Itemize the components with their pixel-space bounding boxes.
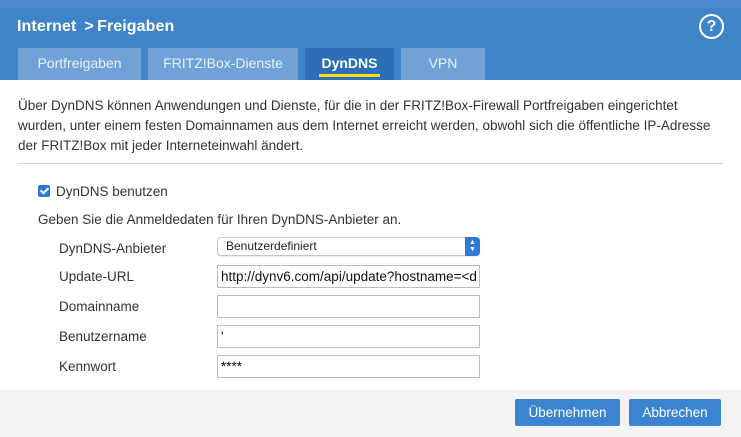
username-input[interactable]: ' bbox=[217, 325, 480, 348]
apply-button[interactable]: Übernehmen bbox=[515, 399, 620, 426]
divider bbox=[18, 163, 723, 164]
tab-portfreigaben[interactable]: Portfreigaben bbox=[18, 48, 141, 80]
checkbox-checked-icon[interactable] bbox=[38, 185, 50, 197]
username-label: Benutzername bbox=[59, 329, 147, 344]
provider-value: Benutzerdefiniert bbox=[226, 239, 317, 253]
dialog-footer: Übernehmen Abbrechen bbox=[0, 390, 741, 437]
domain-label: Domainname bbox=[59, 299, 140, 314]
credentials-hint: Geben Sie die Anmeldedaten für Ihren Dyn… bbox=[38, 212, 402, 227]
provider-label: DynDNS-Anbieter bbox=[59, 241, 167, 256]
header-topline bbox=[0, 0, 741, 8]
tab-dyndns[interactable]: DynDNS bbox=[305, 48, 394, 80]
use-dyndns-row[interactable]: DynDNS benutzen bbox=[38, 184, 168, 199]
update-url-input[interactable]: http://dynv6.com/api/update?hostname=<d bbox=[217, 265, 480, 288]
dialog: Internet > Freigaben ? Portfreigaben FRI… bbox=[0, 0, 741, 437]
select-arrows-icon[interactable]: ▲ ▼ bbox=[465, 237, 480, 256]
intro-text: Über DynDNS können Anwendungen und Diens… bbox=[18, 98, 711, 153]
provider-select[interactable]: Benutzerdefiniert ▲ ▼ bbox=[217, 237, 480, 256]
password-label: Kennwort bbox=[59, 359, 117, 374]
page-title: Internet > Freigaben bbox=[17, 18, 175, 35]
domain-input[interactable] bbox=[217, 295, 480, 318]
help-icon[interactable]: ? bbox=[699, 14, 724, 39]
tab-fritzbox-dienste[interactable]: FRITZ!Box-Dienste bbox=[148, 48, 298, 80]
update-url-label: Update-URL bbox=[59, 269, 135, 284]
content-panel: Über DynDNS können Anwendungen und Diens… bbox=[0, 80, 741, 390]
dialog-header: Internet > Freigaben ? Portfreigaben FRI… bbox=[0, 0, 741, 80]
cancel-button[interactable]: Abbrechen bbox=[629, 399, 721, 426]
password-input[interactable]: **** bbox=[217, 355, 480, 378]
use-dyndns-label: DynDNS benutzen bbox=[56, 184, 168, 199]
tab-vpn[interactable]: VPN bbox=[401, 48, 485, 80]
